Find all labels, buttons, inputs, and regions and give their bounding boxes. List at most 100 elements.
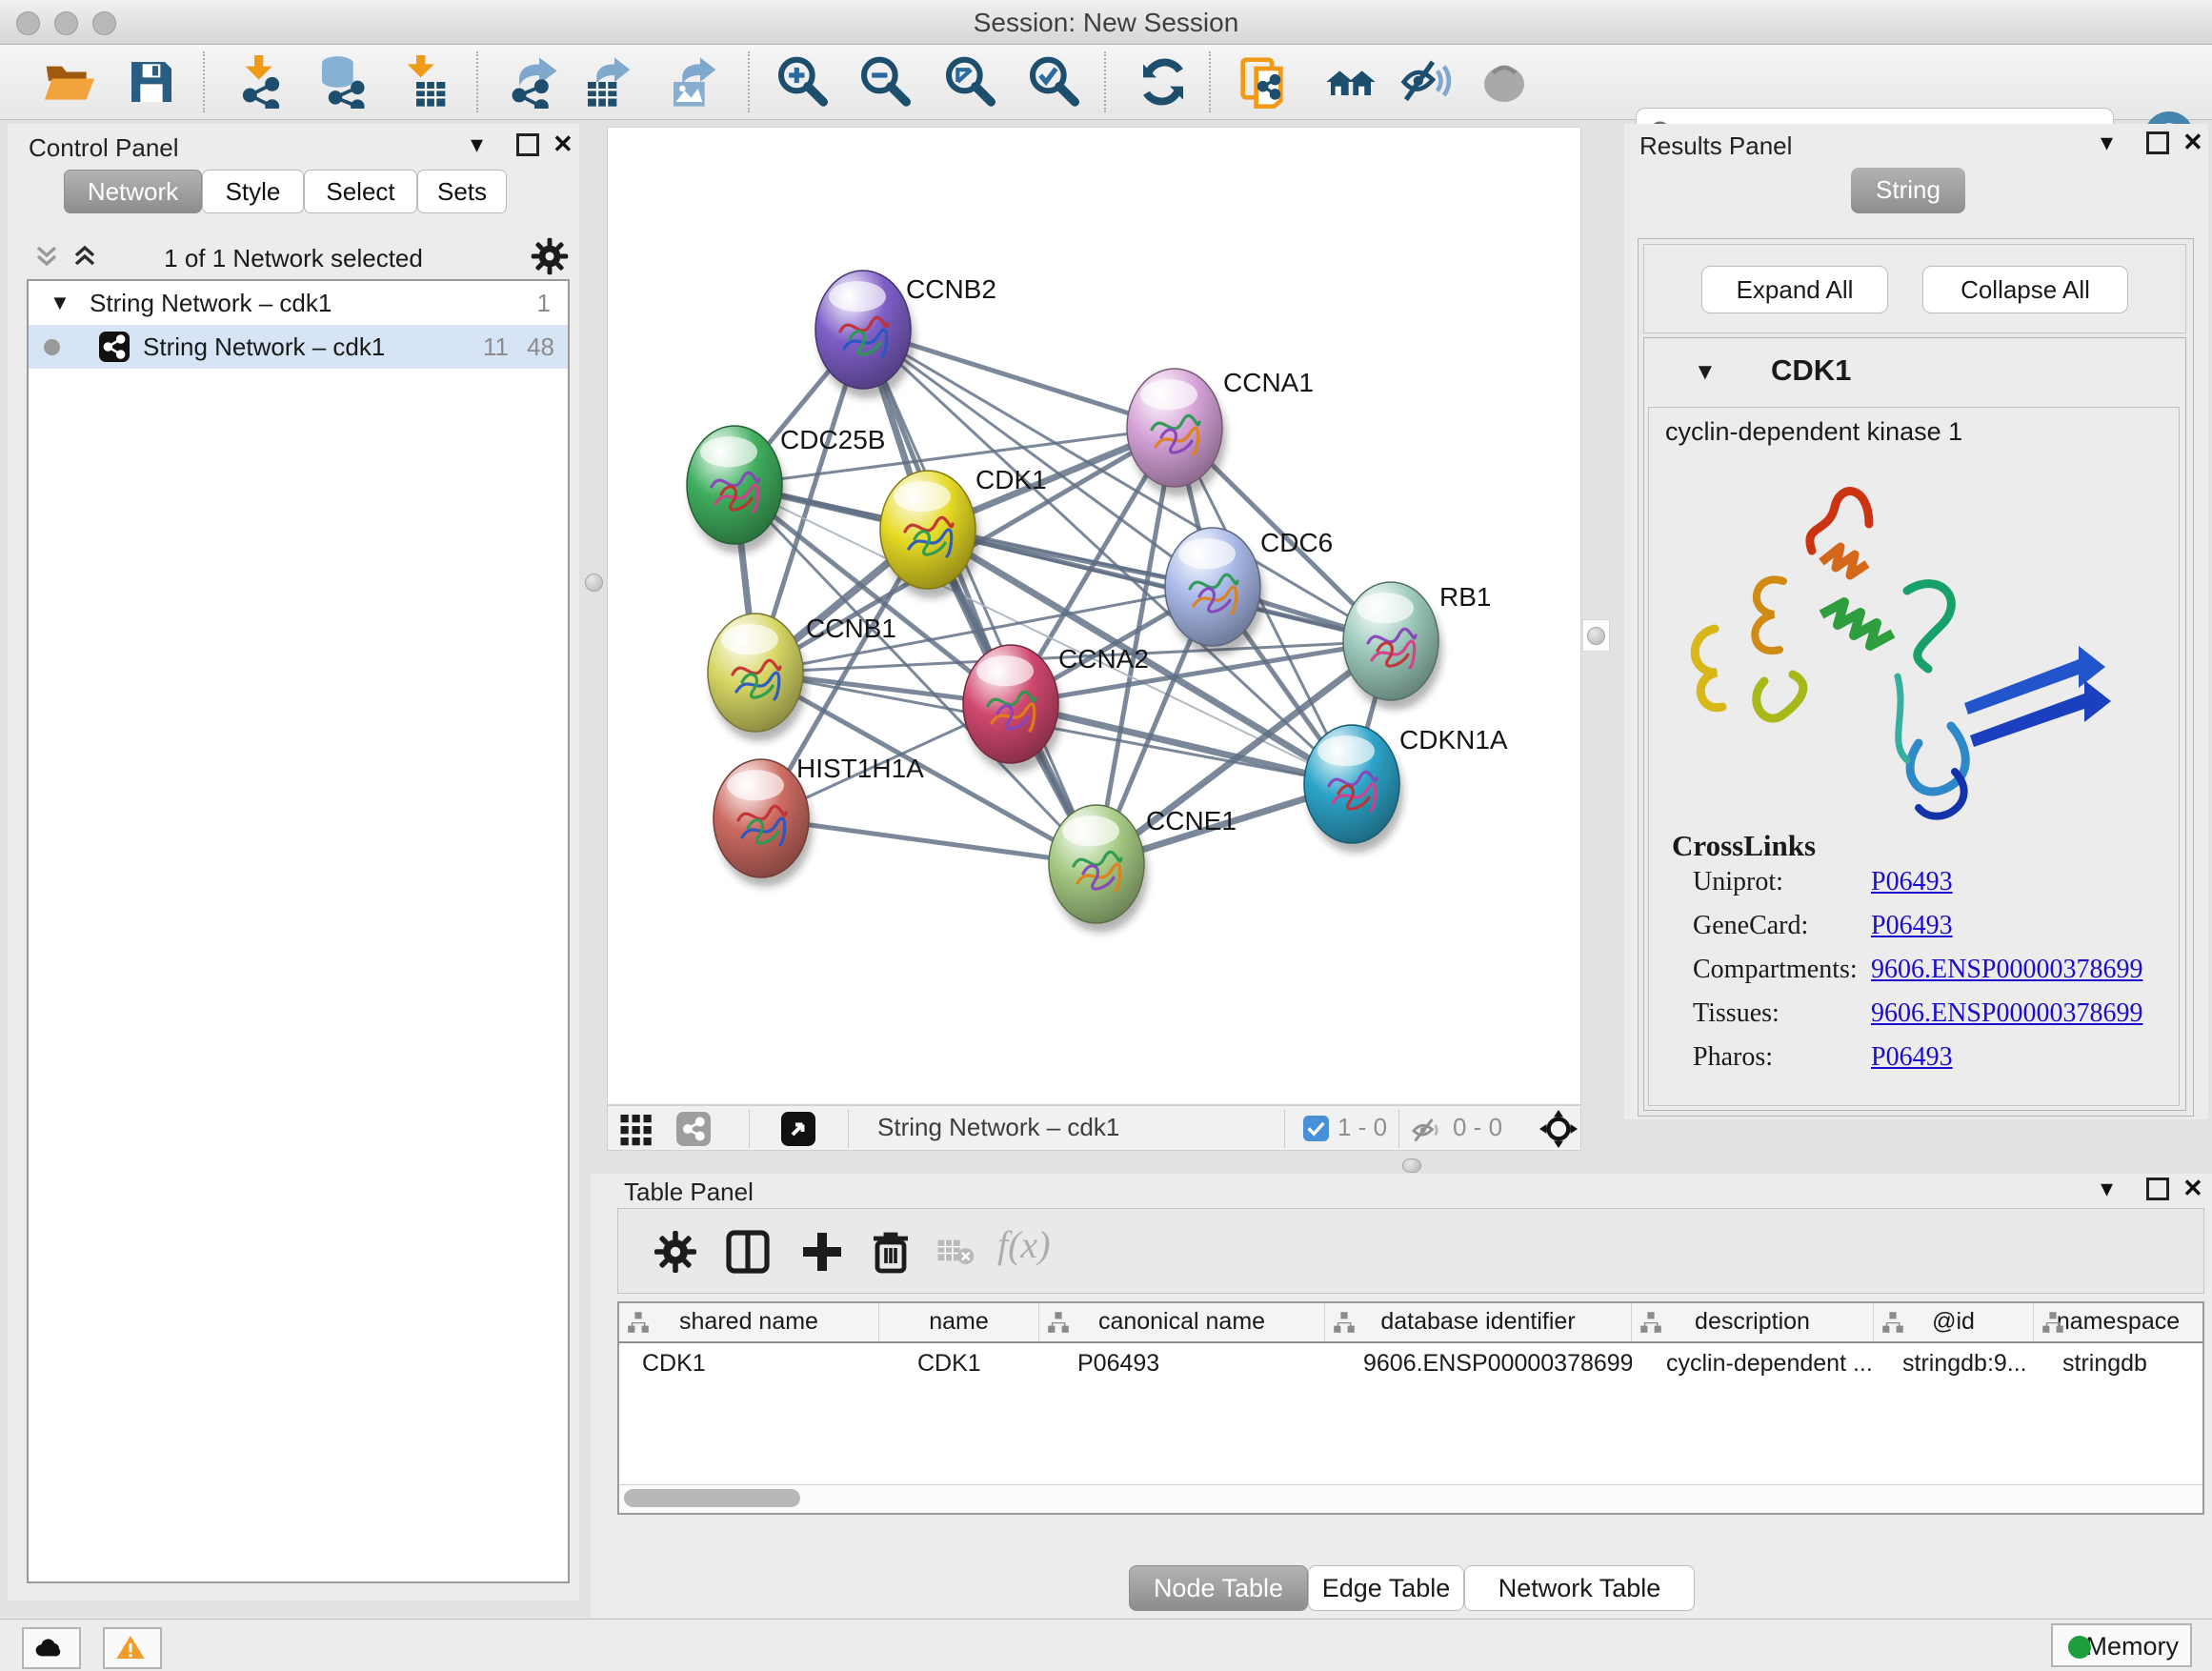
delete-column-trash-icon[interactable] <box>868 1229 914 1275</box>
crosslink-uniprot-link[interactable]: P06493 <box>1871 867 1953 897</box>
apply-layout-icon[interactable] <box>1136 55 1190 109</box>
column-header-id[interactable]: @id <box>1874 1303 2034 1341</box>
control-panel-close-icon[interactable]: ✕ <box>553 130 573 159</box>
export-image-icon[interactable] <box>667 55 720 109</box>
network-node-RB1[interactable] <box>1343 582 1442 710</box>
import-network-database-icon[interactable] <box>315 55 369 109</box>
window-title: Session: New Session <box>0 8 2212 38</box>
memory-button[interactable]: Memory <box>2051 1623 2192 1667</box>
network-canvas[interactable]: CCNB2CCNA1CDC25BCDK1CDC6RB1CCNB1CCNA2CDK… <box>607 127 1581 1105</box>
cybrowser-home-icon[interactable] <box>1324 55 1377 109</box>
table-horizontal-scrollbar[interactable] <box>619 1484 2202 1512</box>
results-panel-float-icon[interactable] <box>2146 131 2169 161</box>
tab-node-table[interactable]: Node Table <box>1129 1565 1308 1611</box>
network-view-icon[interactable] <box>676 1112 711 1146</box>
cell-name[interactable]: CDK1 <box>879 1343 1039 1383</box>
cell-database-identifier[interactable]: 9606.ENSP00000378699 <box>1325 1343 1632 1383</box>
cell-description[interactable]: cyclin-dependent ... <box>1632 1343 1874 1383</box>
table-panel: Table Panel ▾ ✕ f(x) shared name name ca… <box>591 1174 2212 1618</box>
table-row[interactable]: CDK1 CDK1 P06493 9606.ENSP00000378699 cy… <box>619 1343 2202 1383</box>
function-builder-icon-disabled: f(x) <box>997 1222 1051 1267</box>
network-node-CDC6[interactable] <box>1165 528 1264 655</box>
crosslink-compartments-link[interactable]: 9606.ENSP00000378699 <box>1871 955 2142 985</box>
right-splitter-grip[interactable] <box>1587 627 1605 645</box>
selected-checkbox-icon[interactable] <box>1303 1116 1329 1141</box>
network-node-CCNB1[interactable] <box>708 614 807 741</box>
scrollbar-thumb[interactable] <box>624 1489 800 1507</box>
table-panel-close-icon[interactable]: ✕ <box>2182 1174 2203 1203</box>
create-column-plus-icon[interactable] <box>799 1229 845 1275</box>
tab-network[interactable]: Network <box>64 170 202 213</box>
network-options-gear-icon[interactable] <box>530 236 570 276</box>
show-hide-graphics-details-icon[interactable] <box>1399 55 1453 109</box>
crosslink-genecard-link[interactable]: P06493 <box>1871 911 1953 941</box>
cell-namespace[interactable]: stringdb <box>2034 1343 2202 1383</box>
birds-eye-view-icon[interactable] <box>1478 55 1531 109</box>
tab-select[interactable]: Select <box>304 170 417 213</box>
network-tree: ▼ String Network – cdk1 1 String Network… <box>27 279 570 1583</box>
crosslink-pharos-link[interactable]: P06493 <box>1871 1042 1953 1073</box>
warning-button[interactable] <box>103 1627 162 1669</box>
import-table-file-icon[interactable] <box>396 55 450 109</box>
tab-string[interactable]: String <box>1851 168 1965 213</box>
network-node-CDK1[interactable] <box>880 471 979 598</box>
horizontal-splitter-grip[interactable] <box>1402 1158 1421 1173</box>
network-edge-CCNB2-CCNE1[interactable] <box>863 330 1096 864</box>
protein-structure-image <box>1669 457 2164 829</box>
column-header-namespace[interactable]: namespace <box>2034 1303 2202 1341</box>
network-node-CCNA2[interactable] <box>963 645 1062 773</box>
network-tree-root-row[interactable]: ▼ String Network – cdk1 1 <box>29 281 568 325</box>
zoom-selected-icon[interactable] <box>1026 55 1079 109</box>
zoom-fit-icon[interactable] <box>942 55 995 109</box>
zoom-in-icon[interactable] <box>774 55 828 109</box>
results-panel-menu-icon[interactable]: ▾ <box>2101 128 2113 157</box>
save-session-icon[interactable] <box>125 55 178 109</box>
column-header-canonical-name[interactable]: canonical name <box>1039 1303 1325 1341</box>
hidden-eye-slash-icon[interactable] <box>1411 1114 1445 1148</box>
right-splitter-handle[interactable] <box>1582 619 1610 652</box>
table-settings-gear-icon[interactable] <box>653 1229 698 1275</box>
tab-edge-table[interactable]: Edge Table <box>1308 1565 1464 1611</box>
cell-canonical-name[interactable]: P06493 <box>1039 1343 1325 1383</box>
tab-style[interactable]: Style <box>202 170 304 213</box>
detach-view-icon[interactable] <box>781 1112 815 1146</box>
collapse-all-button[interactable]: Collapse All <box>1922 266 2128 313</box>
column-header-name[interactable]: name <box>879 1303 1039 1341</box>
grid-view-icon[interactable] <box>619 1112 654 1146</box>
cell-shared-name[interactable]: CDK1 <box>619 1343 879 1383</box>
tab-network-table[interactable]: Network Table <box>1464 1565 1695 1611</box>
cell-id[interactable]: stringdb:9... <box>1874 1343 2034 1383</box>
network-node-CDC25B[interactable] <box>687 426 786 554</box>
control-panel-float-icon[interactable] <box>516 133 539 163</box>
section-collapse-triangle-icon[interactable]: ▼ <box>1694 359 1717 386</box>
birds-eye-toggle-icon[interactable] <box>1539 1110 1578 1148</box>
clone-network-icon[interactable] <box>1238 55 1292 109</box>
export-table-icon[interactable] <box>581 55 634 109</box>
network-node-CCNE1[interactable] <box>1049 805 1148 933</box>
column-header-description[interactable]: description <box>1632 1303 1874 1341</box>
open-session-icon[interactable] <box>42 55 95 109</box>
control-panel-menu-icon[interactable]: ▾ <box>471 130 483 159</box>
expand-all-button[interactable]: Expand All <box>1701 266 1888 313</box>
crosslink-label: GeneCard: <box>1693 911 1808 941</box>
left-splitter-grip[interactable] <box>585 574 603 592</box>
export-network-icon[interactable] <box>506 55 559 109</box>
results-panel-close-icon[interactable]: ✕ <box>2182 128 2203 157</box>
import-network-file-icon[interactable] <box>234 55 288 109</box>
network-node-CDKN1A[interactable] <box>1304 725 1403 853</box>
tab-sets[interactable]: Sets <box>417 170 507 213</box>
network-node-CCNA1[interactable] <box>1127 369 1226 496</box>
zoom-out-icon[interactable] <box>857 55 911 109</box>
tree-expand-triangle-icon[interactable]: ▼ <box>50 281 70 325</box>
network-node-label: RB1 <box>1439 582 1491 612</box>
network-tree-selected-row[interactable]: String Network – cdk1 11 48 <box>29 325 568 369</box>
column-header-database-identifier[interactable]: database identifier <box>1325 1303 1632 1341</box>
network-node-CCNB2[interactable] <box>815 271 915 398</box>
cloud-button[interactable] <box>22 1627 81 1669</box>
table-header-row: shared name name canonical name database… <box>619 1303 2202 1343</box>
table-panel-float-icon[interactable] <box>2146 1178 2169 1207</box>
select-columns-icon[interactable] <box>725 1229 771 1275</box>
column-header-shared-name[interactable]: shared name <box>619 1303 879 1341</box>
crosslink-tissues-link[interactable]: 9606.ENSP00000378699 <box>1871 998 2142 1029</box>
table-panel-menu-icon[interactable]: ▾ <box>2101 1174 2113 1203</box>
